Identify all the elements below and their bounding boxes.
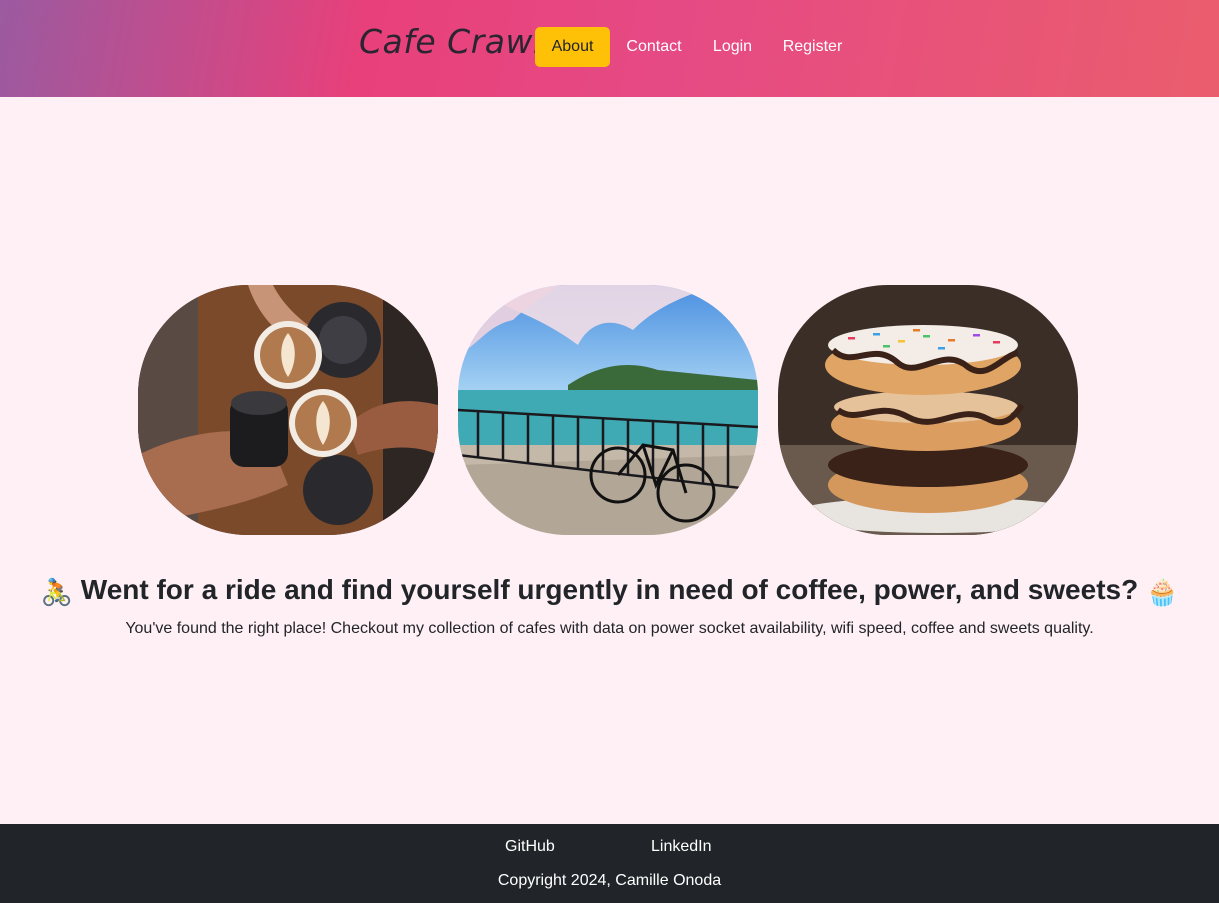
cyclist-icon: 🚴 — [40, 577, 73, 607]
headline-text: Went for a ride and find yourself urgent… — [80, 574, 1139, 605]
header: Cafe Crawl About Contact Login Register — [0, 0, 1219, 97]
nav-login[interactable]: Login — [705, 27, 760, 67]
nav-register[interactable]: Register — [776, 27, 849, 67]
copyright-text: Copyright 2024, Camille Onoda — [497, 872, 722, 889]
footer: GitHub LinkedIn Copyright 2024, Camille … — [0, 824, 1219, 903]
footer-linkedin-link[interactable]: LinkedIn — [651, 838, 712, 856]
brand-logo[interactable]: Cafe Crawl — [359, 22, 543, 61]
page-subtext: You've found the right place! Checkout m… — [125, 620, 1094, 637]
donuts-image — [778, 285, 1078, 535]
nav-about[interactable]: About — [535, 27, 610, 67]
cupcake-icon: 🧁 — [1146, 577, 1179, 607]
nav-contact[interactable]: Contact — [617, 27, 691, 67]
footer-github-link[interactable]: GitHub — [505, 838, 555, 856]
page-headline: 🚴 Went for a ride and find yourself urge… — [0, 574, 1219, 608]
coffee-cups-image — [138, 285, 438, 535]
bicycle-lake-image — [458, 285, 758, 535]
